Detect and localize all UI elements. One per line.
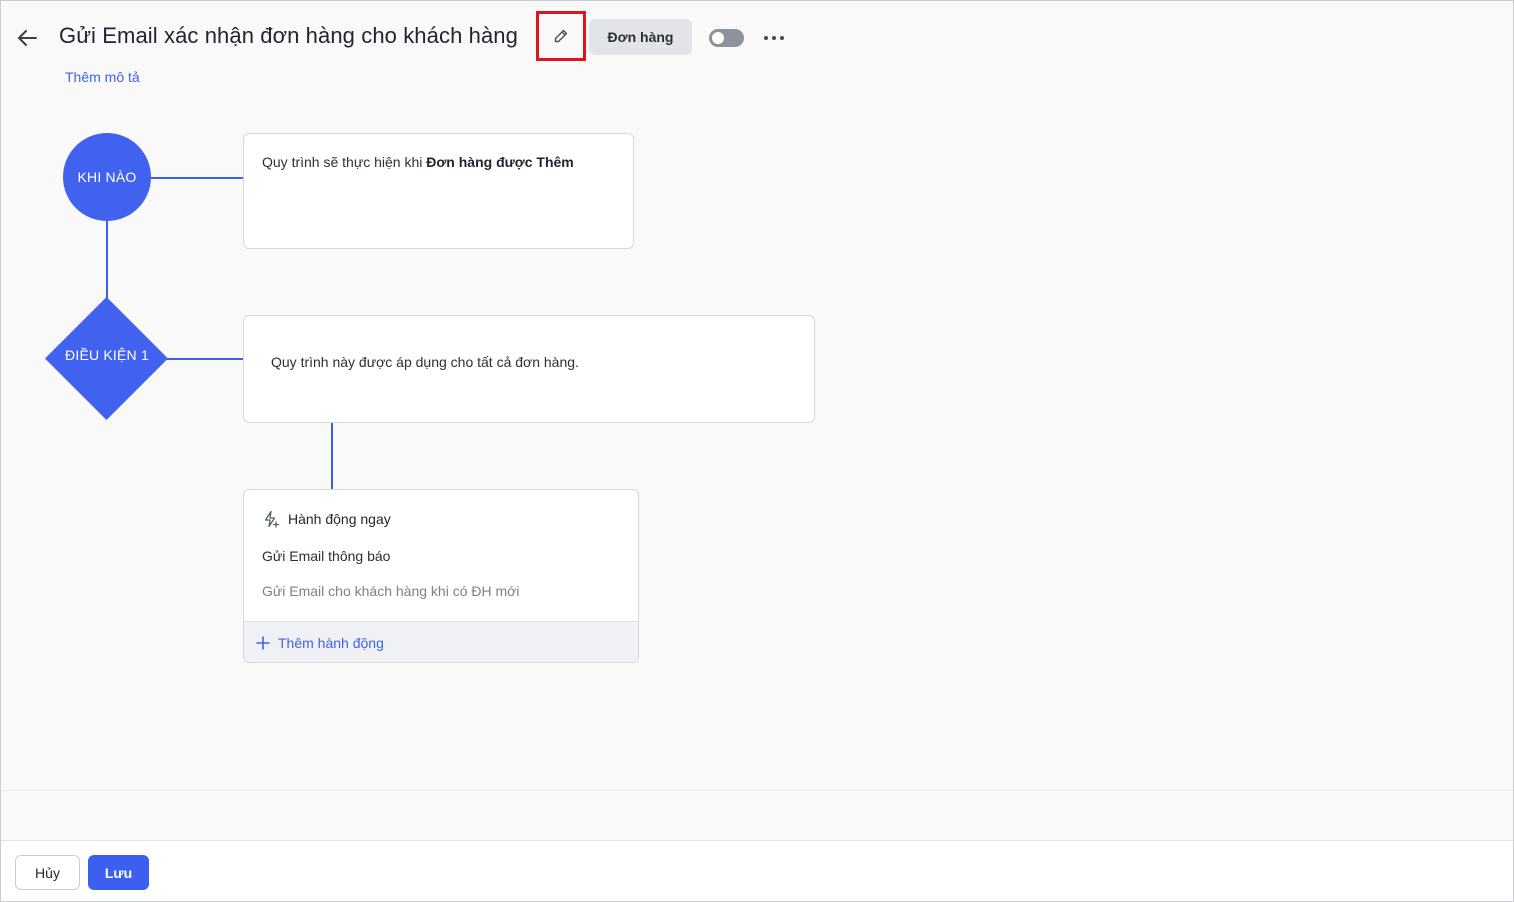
trigger-event: Đơn hàng được Thêm bbox=[426, 154, 574, 170]
trigger-text-prefix: Quy trình sẽ thực hiện khi bbox=[262, 154, 427, 170]
connector-trigger-card bbox=[151, 177, 243, 179]
arrow-left-icon bbox=[18, 30, 37, 46]
footer-bar: Hủy Lưu bbox=[1, 840, 1513, 901]
condition-node-label: ĐIỀU KIỆN 1 bbox=[65, 347, 149, 363]
back-button[interactable] bbox=[13, 25, 41, 51]
action-item-description: Gửi Email cho khách hàng khi có ĐH mới bbox=[262, 583, 520, 599]
add-description-link[interactable]: Thêm mô tả bbox=[65, 69, 140, 85]
pencil-icon bbox=[554, 29, 568, 43]
action-item-name[interactable]: Gửi Email thông báo bbox=[262, 548, 390, 564]
plus-icon bbox=[256, 636, 270, 650]
workflow-editor: Gửi Email xác nhận đơn hàng cho khách hà… bbox=[0, 0, 1514, 902]
trigger-node[interactable]: KHI NÀO bbox=[63, 133, 151, 221]
active-toggle[interactable] bbox=[709, 29, 744, 47]
connector-trigger-condition bbox=[106, 221, 108, 301]
action-card: Hành động ngay Gửi Email thông báo Gửi E… bbox=[243, 489, 639, 663]
condition-card[interactable]: Quy trình này được áp dụng cho tất cả đơ… bbox=[243, 315, 815, 423]
connector-condition-card bbox=[166, 358, 243, 360]
header: Gửi Email xác nhận đơn hàng cho khách hà… bbox=[1, 1, 1513, 101]
action-heading-label: Hành động ngay bbox=[288, 511, 391, 527]
action-heading: Hành động ngay bbox=[262, 510, 391, 528]
trigger-card[interactable]: Quy trình sẽ thực hiện khi Đơn hàng được… bbox=[243, 133, 634, 249]
edit-title-button[interactable] bbox=[536, 11, 586, 61]
toggle-knob bbox=[712, 32, 724, 44]
connector-condition-action bbox=[331, 423, 333, 489]
add-action-label: Thêm hành động bbox=[278, 635, 384, 651]
save-button[interactable]: Lưu bbox=[88, 855, 149, 890]
condition-text: Quy trình này được áp dụng cho tất cả đơ… bbox=[271, 354, 579, 370]
add-action-button[interactable]: Thêm hành động bbox=[244, 621, 638, 662]
cancel-button[interactable]: Hủy bbox=[15, 855, 80, 890]
page-title: Gửi Email xác nhận đơn hàng cho khách hà… bbox=[59, 23, 518, 48]
divider bbox=[1, 790, 1513, 791]
more-horizontal-icon bbox=[764, 36, 768, 40]
more-options-button[interactable] bbox=[759, 27, 789, 49]
lightning-icon bbox=[264, 510, 280, 528]
category-tag-button[interactable]: Đơn hàng bbox=[589, 19, 692, 55]
